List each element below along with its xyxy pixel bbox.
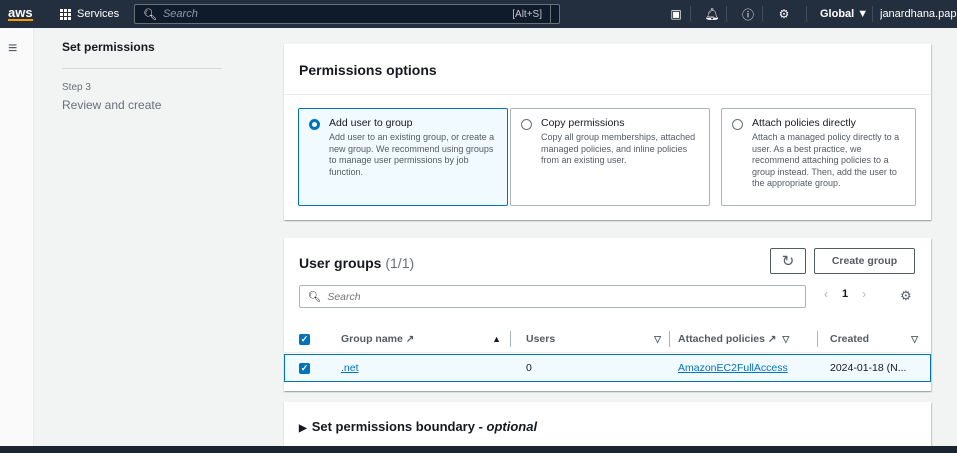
settings-gear-icon[interactable]: ⚙: [772, 0, 796, 28]
top-nav: aws Services 🔍︎ Search [Alt+S] ▣ 🔔︎ ⓘ ⚙ …: [0, 0, 957, 28]
users-count: 0: [526, 362, 532, 374]
caret-right-icon: ▶: [299, 423, 307, 434]
step-3-number: Step 3: [62, 82, 91, 93]
checkbox-checked-icon: ✓: [299, 333, 310, 345]
col-attached-policies[interactable]: Attached policies ↗ ▽: [678, 329, 803, 349]
step-divider: [62, 68, 222, 69]
groups-search-field[interactable]: 🔍︎: [299, 285, 806, 308]
permissions-options-panel: Permissions options Add user to group Ad…: [284, 44, 931, 220]
account-menu[interactable]: janardhana.pap: [880, 0, 957, 28]
option-title: Attach policies directly: [752, 117, 856, 129]
radio-icon[interactable]: [732, 119, 743, 130]
option-description: Add user to an existing group, or create…: [329, 132, 495, 177]
page-number[interactable]: 1: [842, 288, 848, 300]
checkbox-checked-icon: ✓: [299, 362, 310, 374]
option-description: Attach a managed policy directly to a us…: [752, 132, 900, 188]
step-current-label[interactable]: Set permissions: [62, 40, 155, 54]
group-name-link[interactable]: .net: [341, 362, 359, 374]
radio-icon[interactable]: [521, 119, 532, 130]
search-icon: 🔍︎: [308, 291, 322, 303]
region-selector[interactable]: Global ▼: [820, 0, 870, 28]
option-copy-permissions[interactable]: Copy permissions Copy all group membersh…: [510, 108, 710, 206]
side-menu-strip: [0, 28, 34, 448]
permissions-options-title: Permissions options: [299, 62, 437, 78]
option-add-user-to-group[interactable]: Add user to group Add user to an existin…: [298, 108, 508, 206]
refresh-button[interactable]: ↻: [770, 248, 806, 274]
table-row[interactable]: ✓ .net 0 AmazonEC2FullAccess 2024-01-18 …: [284, 354, 931, 382]
grid-icon: [60, 8, 71, 20]
help-icon[interactable]: ⓘ: [736, 0, 760, 28]
refresh-icon: ↻: [781, 253, 795, 270]
pagination: ‹ 1 ›: [824, 287, 866, 301]
sort-ascending-icon[interactable]: ▲: [492, 334, 501, 344]
option-description: Copy all group memberships, attached man…: [541, 132, 696, 165]
option-title: Copy permissions: [541, 117, 625, 129]
radio-selected-icon[interactable]: [309, 119, 320, 130]
create-group-button[interactable]: Create group: [814, 248, 915, 274]
global-search-input[interactable]: Search: [163, 8, 198, 20]
external-link-icon: ↗: [767, 333, 777, 345]
services-label: Services: [77, 8, 120, 20]
hamburger-menu-icon[interactable]: ≡: [8, 40, 17, 58]
col-users[interactable]: Users ▽: [526, 329, 661, 349]
sort-icon[interactable]: ▽: [782, 334, 789, 345]
col-created[interactable]: Created ▽: [830, 329, 918, 349]
external-link-icon: ↗: [405, 333, 415, 345]
sort-icon[interactable]: ▽: [911, 334, 918, 345]
permissions-boundary-toggle[interactable]: ▶ Set permissions boundary - optional: [299, 419, 537, 434]
table-preferences-gear-icon[interactable]: ⚙: [900, 288, 912, 304]
user-groups-title: User groups (1/1): [299, 255, 415, 271]
global-search[interactable]: 🔍︎ Search [Alt+S]: [134, 0, 560, 28]
created-date: 2024-01-18 (N...: [830, 362, 907, 374]
permissions-boundary-panel[interactable]: ▶ Set permissions boundary - optional: [284, 402, 931, 446]
col-group-name[interactable]: Group name ↗ ▲: [341, 329, 501, 349]
wizard-steps-nav: Set permissions Step 3 Review and create: [34, 28, 282, 448]
search-shortcut: [Alt+S]: [512, 5, 551, 23]
cloudshell-icon[interactable]: ▣: [664, 0, 688, 28]
select-all-checkbox[interactable]: ✓: [299, 329, 310, 349]
search-icon: 🔍︎: [143, 8, 157, 21]
option-title: Add user to group: [329, 117, 413, 129]
taskbar: [0, 446, 957, 453]
user-groups-count: (1/1): [385, 255, 415, 271]
row-checkbox[interactable]: ✓: [299, 355, 310, 381]
prev-page-icon[interactable]: ‹: [824, 287, 828, 301]
next-page-icon[interactable]: ›: [862, 287, 866, 301]
bell-icon[interactable]: 🔔︎: [700, 0, 724, 28]
services-menu[interactable]: Services: [60, 0, 130, 28]
user-groups-panel: User groups (1/1) ↻ Create group 🔍︎ ‹ 1 …: [284, 238, 931, 391]
policy-link[interactable]: AmazonEC2FullAccess: [678, 362, 788, 374]
sort-icon[interactable]: ▽: [654, 334, 661, 345]
groups-search-input[interactable]: [327, 290, 748, 303]
aws-logo[interactable]: aws: [8, 0, 52, 28]
option-attach-policies-directly[interactable]: Attach policies directly Attach a manage…: [721, 108, 916, 206]
step-3-label[interactable]: Review and create: [62, 98, 161, 112]
